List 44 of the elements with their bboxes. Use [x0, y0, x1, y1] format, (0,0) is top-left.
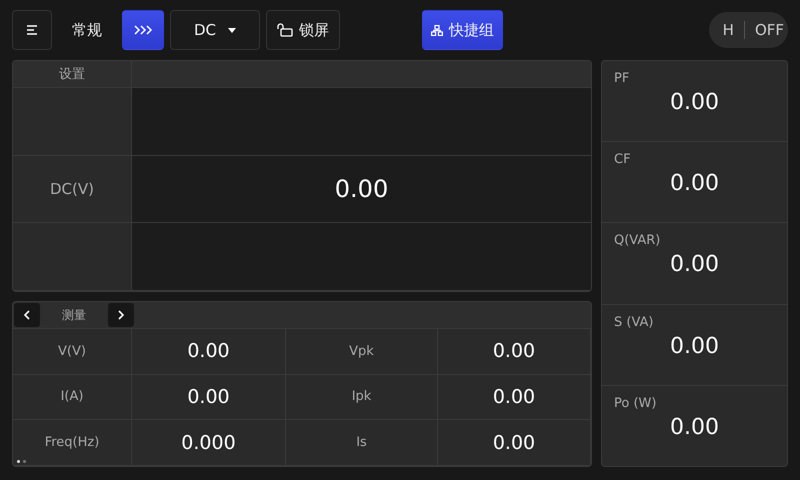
table-cell: Vpk [286, 329, 438, 375]
mode-label: 常规 [71, 20, 103, 40]
table-header: 测量 [61, 306, 87, 324]
source-dropdown[interactable]: DC [170, 10, 260, 50]
reading-value: 0.00 [670, 334, 719, 359]
table-cell: 0.00 [438, 329, 591, 375]
page-dot[interactable] [23, 460, 26, 463]
table-cell: Ipk [286, 374, 438, 420]
page-dot[interactable] [17, 460, 20, 463]
unlock-icon [277, 23, 293, 37]
reading-value: 0.00 [670, 414, 719, 440]
reading-label: CF [614, 152, 631, 168]
table-cell: I(A) [13, 374, 132, 420]
table-cell: 0.00 [438, 420, 591, 466]
lock-screen-button[interactable]: 锁屏 [266, 10, 340, 50]
table-cell: Is [286, 420, 438, 466]
chevrons-icon [133, 24, 153, 36]
table-cell: 0.00 [132, 156, 591, 224]
run-button[interactable] [122, 10, 164, 50]
reading-label: Q(VAR) [614, 233, 660, 248]
menu-icon [26, 25, 38, 35]
previous-button[interactable] [14, 303, 40, 327]
output-toggle[interactable]: H OFF [708, 12, 788, 48]
table-cell: V(V) [13, 329, 132, 375]
table-cell: DC(V) [13, 156, 132, 224]
reading-label: S (VA) [614, 314, 654, 330]
reading-value: 0.00 [670, 252, 719, 278]
table-cell: 0.000 [132, 420, 286, 466]
hierarchy-icon [431, 24, 443, 36]
quick-group-button[interactable]: 快捷组 [422, 10, 503, 50]
next-button[interactable] [108, 303, 134, 327]
chevron-left-icon [24, 310, 30, 320]
menu-button[interactable] [12, 10, 52, 50]
chevron-right-icon [118, 310, 124, 320]
table-cell: Freq(Hz) [13, 420, 132, 466]
reading-label: Po (W) [614, 396, 656, 411]
reading-value: 0.00 [670, 90, 719, 115]
caret-icon [228, 28, 236, 32]
table-header: 设置 [13, 61, 132, 88]
table-cell: 0.00 [132, 329, 286, 375]
reading-label: PF [614, 71, 630, 86]
reading-value: 0.00 [670, 171, 719, 196]
table-cell: 0.00 [438, 374, 591, 420]
table-cell: 0.00 [132, 374, 286, 420]
